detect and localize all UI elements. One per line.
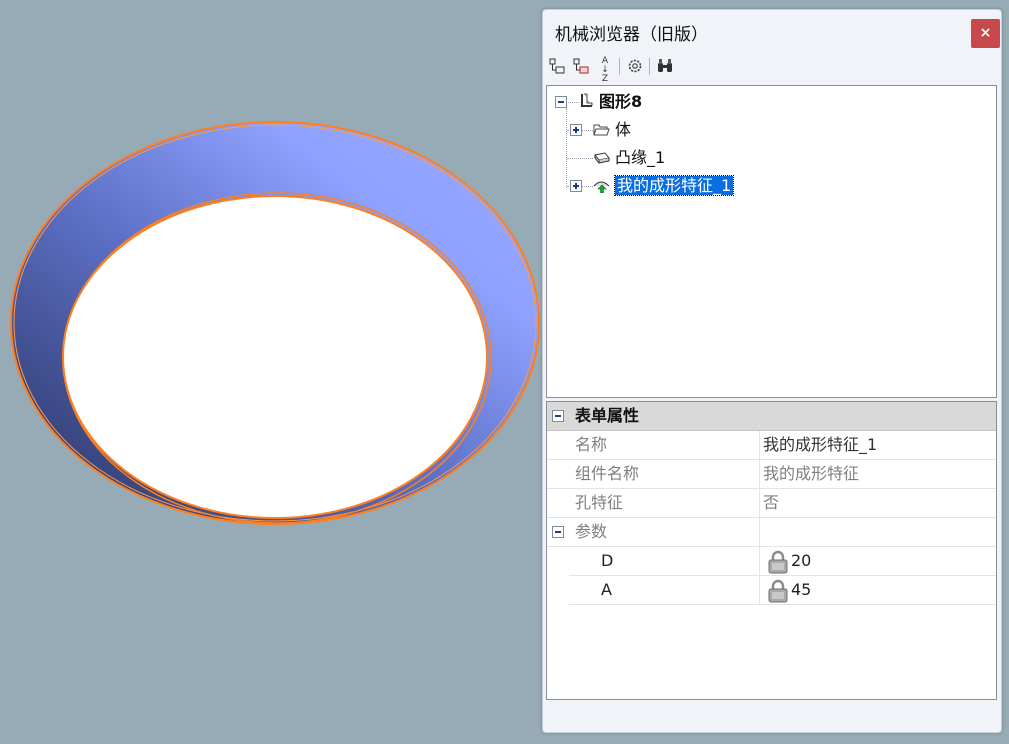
forming-feature-icon (593, 181, 610, 193)
settings-button[interactable] (625, 56, 645, 76)
model-viewport[interactable] (0, 0, 540, 740)
flange-ring-model[interactable] (0, 0, 540, 740)
tree-view-icon (549, 58, 565, 74)
property-row[interactable]: 孔特征 否 (547, 489, 996, 518)
property-group-header: 表单属性 (547, 402, 996, 431)
selected-item-label: 我的成形特征_1 (613, 175, 735, 196)
param-value[interactable]: 20 (791, 547, 811, 575)
column-divider (759, 547, 760, 575)
params-group-row: 参数 (547, 518, 996, 547)
params-collapse-toggle[interactable] (552, 526, 564, 538)
property-name: 名称 (575, 435, 608, 454)
property-grid: 表单属性 名称 我的成形特征_1 组件名称 我的成形特征 孔特征 否 参数 D (546, 401, 997, 700)
gear-icon (628, 59, 642, 73)
property-row[interactable]: 名称 我的成形特征_1 (547, 431, 996, 460)
tree-filter-icon (573, 58, 589, 74)
property-name: 孔特征 (575, 493, 624, 512)
tree-connector (567, 158, 593, 159)
param-row-a[interactable]: A 45 (569, 576, 996, 605)
toolbar-separator (619, 58, 620, 75)
mechanical-browser-panel: 机械浏览器（旧版） × A↓Z 图形8 体 凸缘_1 我的成形特征_1 表单属性… (542, 9, 1002, 733)
group-collapse-toggle[interactable] (552, 410, 564, 422)
tree-item-forming-feature[interactable]: 我的成形特征_1 (613, 175, 735, 197)
group-label: 表单属性 (575, 406, 640, 425)
property-row[interactable]: 组件名称 我的成形特征 (547, 460, 996, 489)
close-button[interactable]: × (971, 19, 1000, 48)
binoculars-icon (658, 59, 672, 72)
sort-az-icon: A↓Z (601, 56, 609, 84)
toolbar-separator (649, 58, 650, 75)
tree-filter-button[interactable] (571, 56, 591, 76)
tree-collapse-button[interactable] (547, 56, 567, 76)
ring-inner-opening (62, 195, 488, 519)
lock-icon[interactable] (767, 550, 789, 574)
tree-root-label[interactable]: 图形8 (599, 91, 642, 113)
param-name: D (601, 551, 614, 570)
find-button[interactable] (655, 56, 675, 76)
column-divider (759, 431, 760, 459)
property-name: 组件名称 (575, 464, 640, 483)
sort-az-button[interactable]: A↓Z (595, 56, 615, 84)
tree-item-flange[interactable]: 凸缘_1 (615, 147, 665, 169)
flange-feature-icon (594, 152, 610, 164)
folder-open-icon (593, 124, 610, 136)
column-divider (759, 518, 760, 546)
column-divider (759, 576, 760, 604)
column-divider (759, 489, 760, 517)
param-row-d[interactable]: D 20 (569, 547, 996, 576)
column-divider (759, 460, 760, 488)
tree-connector (566, 108, 567, 188)
property-value: 否 (763, 493, 780, 512)
tree-item-forming-expand[interactable] (570, 180, 582, 192)
browser-toolbar: A↓Z (547, 56, 987, 84)
tree-item-body[interactable]: 体 (615, 119, 631, 141)
property-value[interactable]: 我的成形特征_1 (763, 431, 877, 459)
params-label: 参数 (575, 522, 608, 541)
lock-icon[interactable] (767, 579, 789, 603)
property-value: 我的成形特征 (763, 464, 860, 483)
drawing-root-icon (581, 93, 593, 107)
param-name: A (601, 580, 612, 599)
tree-item-body-expand[interactable] (570, 124, 582, 136)
panel-title: 机械浏览器（旧版） (555, 25, 708, 45)
feature-tree: 图形8 体 凸缘_1 我的成形特征_1 (546, 85, 997, 398)
param-value[interactable]: 45 (791, 576, 811, 604)
root-collapse-toggle[interactable] (555, 96, 567, 108)
